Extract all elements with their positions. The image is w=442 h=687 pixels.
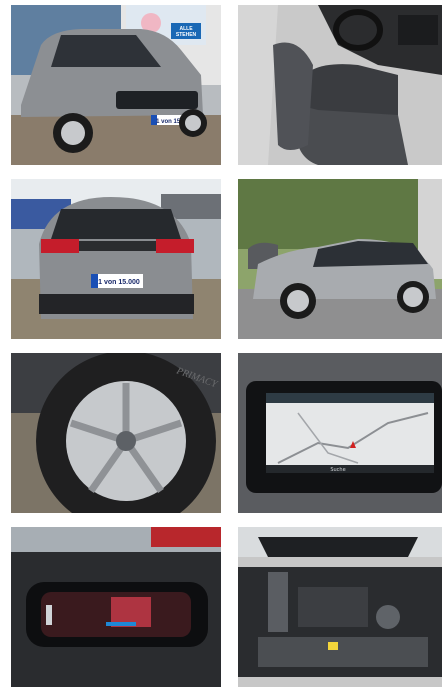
sign-text-line2: STEHEN: [176, 32, 197, 38]
photo-digital-instrument-cluster[interactable]: [11, 527, 221, 687]
engine-illustration: [238, 527, 442, 687]
photo-front-three-quarter[interactable]: ALLE STEHEN 1 von 15.000: [11, 5, 221, 165]
photo-rear-view[interactable]: 1 von 15.000: [11, 179, 221, 339]
instrument-cluster-illustration: [11, 527, 221, 687]
photo-wheel-detail[interactable]: PRIMACY: [11, 353, 221, 513]
photo-engine-bay[interactable]: [238, 527, 442, 687]
car-side-illustration: [238, 179, 442, 339]
photo-grid: ALLE STEHEN 1 von 15.000 1 von 15.000 PR…: [0, 0, 442, 687]
nav-screen-illustration: Suche: [238, 353, 442, 513]
wheel-illustration: PRIMACY: [11, 353, 221, 513]
photo-navigation-screen[interactable]: Suche: [238, 353, 442, 513]
car-front-illustration: ALLE STEHEN 1 von 15.000: [11, 5, 221, 165]
car-rear-illustration: 1 von 15.000: [11, 179, 221, 339]
photo-side-profile[interactable]: [238, 179, 442, 339]
interior-illustration: [238, 5, 442, 165]
rear-plate: 1 von 15.000: [98, 279, 140, 286]
nav-search-label: Suche: [330, 467, 345, 473]
photo-interior-driver-seat[interactable]: [238, 5, 442, 165]
